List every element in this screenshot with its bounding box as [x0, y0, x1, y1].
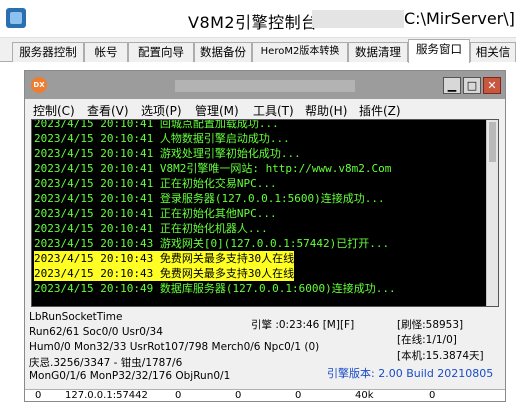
tab-data-backup[interactable]: 数据备份 [194, 42, 252, 62]
gateway-cell: 0 [235, 390, 242, 401]
log-line: 2023/4/15 20:10:41 V8M2引擎唯一网站: http://ww… [34, 162, 392, 175]
status-mon-obj: MonG0/1/6 MonP32/32/176 ObjRun0/1 [29, 370, 231, 382]
tab-data-cleanup[interactable]: 数据清理 [348, 42, 408, 62]
menu-view[interactable]: 查看(V) [87, 102, 129, 119]
status-hum-mon: Hum0/0 Mon32/33 UsrRot107/798 Merch0/6 N… [29, 341, 320, 353]
menu-bar: 控制(C) 查看(V) 选项(P) 管理(M) 工具(T) 帮助(H) 插件(Z… [25, 99, 505, 119]
maximize-button[interactable]: □ [463, 77, 481, 94]
tab-related-info[interactable]: 相关信 [470, 42, 516, 62]
log-line: 2023/4/15 20:10:41 回城点配置加载成功... [34, 119, 279, 130]
log-line: 2023/4/15 20:10:41 正在初始化机器人... [34, 222, 268, 235]
menu-tools[interactable]: 工具(T) [253, 102, 294, 119]
log-line: 2023/4/15 20:10:43 免费网关最多支持30人在线 [34, 251, 295, 266]
redacted-title-segment [312, 10, 404, 28]
tab-account[interactable]: 帐号 [84, 42, 128, 62]
tab-service-window[interactable]: 服务窗口 [408, 39, 470, 63]
tab-server-control[interactable]: 服务器控制 [12, 42, 84, 62]
menu-control[interactable]: 控制(C) [33, 102, 75, 119]
gateway-table-row[interactable]: 0 127.0.0.1:57442 0 0 0 40k 0 [25, 389, 505, 401]
menu-help[interactable]: 帮助(H) [305, 102, 347, 119]
window-title: V8M2引擎控制台- [188, 13, 324, 32]
title-bar: V8M2引擎控制台- C:\MirServer\] [0, 0, 516, 38]
inner-title-bar[interactable]: DX ▁ □ ✕ [25, 71, 505, 99]
log-scrollbar[interactable] [486, 120, 498, 306]
gateway-cell: 40k [355, 390, 374, 401]
gateway-cell: 0 [295, 390, 302, 401]
machine-days: [本机:15.3874天] [397, 350, 484, 362]
menu-manage[interactable]: 管理(M) [195, 102, 239, 119]
status-boss-info: 庆忌.3256/3347 - 钳虫/1787/6 [29, 357, 183, 369]
engine-uptime: 引擎 :0:23:46 [M][F] [251, 319, 355, 331]
tab-strip: 服务器控制 帐号 配置向导 数据备份 HeroM2版本转换 数据清理 服务窗口 … [0, 38, 516, 63]
status-panel: LbRunSocketTime 引擎 :0:23:46 [M][F] [刷怪:5… [25, 309, 505, 389]
online-count: [在线:1/1/0] [397, 334, 457, 346]
engine-version: 引擎版本: 2.00 Build 20210805 [327, 367, 494, 380]
log-line: 2023/4/15 20:10:41 游戏处理引擎初始化成功... [34, 147, 301, 160]
dx-app-icon: DX [31, 77, 47, 93]
gateway-cell: 0 [429, 390, 436, 401]
gateway-cell: 0 [175, 390, 182, 401]
gateway-cell: 127.0.0.1:57442 [65, 390, 148, 401]
close-button[interactable]: ✕ [483, 77, 501, 94]
app-icon [6, 8, 26, 28]
redacted-inner-title [175, 80, 355, 92]
log-line: 2023/4/15 20:10:43 游戏网关[0](127.0.0.1:574… [34, 237, 390, 250]
minimize-button[interactable]: ▁ [443, 77, 461, 94]
menu-plugins[interactable]: 插件(Z) [359, 102, 401, 119]
refresh-count: [刷怪:58953] [397, 319, 464, 331]
scroll-thumb[interactable] [489, 122, 496, 162]
status-socket-time: LbRunSocketTime [29, 311, 123, 323]
log-console[interactable]: 2023/4/15 20:10:41 回城点配置加载成功... 2023/4/15… [31, 119, 499, 307]
log-line: 2023/4/15 20:10:43 免费网关最多支持30人在线 [34, 266, 295, 281]
tab-herom2-convert[interactable]: HeroM2版本转换 [252, 42, 348, 62]
gateway-cell: 0 [35, 390, 42, 401]
menu-options[interactable]: 选项(P) [141, 102, 182, 119]
log-line: 2023/4/15 20:10:41 人物数据引擎启动成功... [34, 132, 290, 145]
log-line: 2023/4/15 20:10:41 正在初始化交易NPC... [34, 177, 277, 190]
log-line: 2023/4/15 20:10:49 数据库服务器(127.0.0.1:6000… [34, 282, 396, 295]
tab-config-wizard[interactable]: 配置向导 [128, 42, 194, 62]
log-line: 2023/4/15 20:10:41 正在初始化其他NPC... [34, 207, 277, 220]
log-line: 2023/4/15 20:10:41 登录服务器(127.0.0.1:5600)… [34, 192, 385, 205]
service-window: DX ▁ □ ✕ 控制(C) 查看(V) 选项(P) 管理(M) 工具(T) 帮… [24, 70, 506, 402]
window-title-path: C:\MirServer\] [404, 9, 515, 28]
status-run-counts: Run62/61 Soc0/0 Usr0/34 [29, 326, 163, 338]
